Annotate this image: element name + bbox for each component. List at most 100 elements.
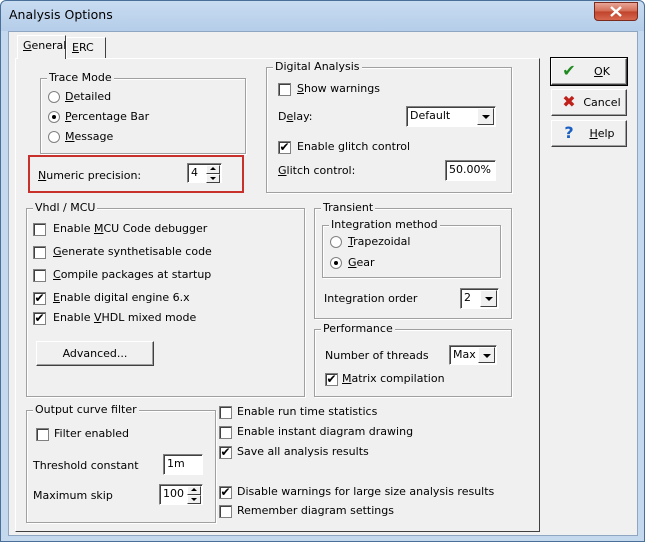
enable-mcu-debugger-checkbox[interactable]: [33, 223, 46, 236]
show-warnings-checkbox[interactable]: [278, 83, 291, 96]
instant-diagram-drawing-label[interactable]: Enable instant diagram drawing: [237, 425, 413, 438]
trace-percentage-bar-radio[interactable]: [48, 111, 60, 123]
enable-glitch-label[interactable]: Enable glitch control: [297, 140, 410, 153]
threshold-constant-input[interactable]: 1m: [163, 454, 203, 475]
threads-dropdown-button[interactable]: [478, 347, 495, 363]
spin-down-button[interactable]: [187, 495, 201, 504]
check-icon: ✔: [220, 485, 231, 499]
arrow-down-icon: [191, 498, 197, 501]
filter-enabled-checkbox[interactable]: [36, 428, 49, 441]
cross-icon: ✖: [562, 92, 576, 111]
trace-mode-title: Trace Mode: [47, 71, 114, 84]
delay-label: Delay:: [278, 110, 313, 123]
check-icon: ✔: [220, 445, 231, 459]
enable-vhdl-mixed-checkbox[interactable]: ✔: [33, 311, 46, 325]
help-button[interactable]: ? Help: [551, 120, 627, 147]
maximum-skip-spinner[interactable]: 100: [159, 484, 203, 505]
save-all-results-label[interactable]: Save all analysis results: [237, 445, 369, 458]
numeric-precision-label: Numeric precision:: [38, 169, 142, 182]
enable-mcu-debugger-label[interactable]: Enable MCU Code debugger: [53, 222, 207, 235]
matrix-compilation-label[interactable]: Matrix compilation: [342, 372, 445, 385]
compile-packages-label[interactable]: Compile packages at startup: [53, 268, 211, 281]
enable-glitch-checkbox[interactable]: ✔: [278, 140, 291, 154]
enable-vhdl-mixed-label[interactable]: Enable VHDL mixed mode: [53, 311, 196, 324]
chevron-down-icon: [485, 297, 493, 301]
arrow-up-icon: [210, 167, 216, 170]
advanced-button[interactable]: Advanced...: [36, 341, 154, 366]
disable-large-warnings-checkbox[interactable]: ✔: [219, 485, 232, 499]
arrow-up-icon: [191, 488, 197, 491]
integration-order-label: Integration order: [324, 292, 418, 305]
ok-button[interactable]: ✔ OK: [550, 57, 628, 86]
trapezoidal-label[interactable]: Trapezoidal: [348, 235, 410, 248]
trace-detailed-label[interactable]: Detailed: [65, 90, 111, 103]
disable-large-warnings-label[interactable]: Disable warnings for large size analysis…: [237, 485, 494, 498]
vhdl-mcu-title: Vhdl / MCU: [33, 201, 98, 214]
transient-group: Transient Integration method Trapezoidal…: [314, 201, 512, 319]
digital-analysis-title: Digital Analysis: [273, 60, 362, 73]
chevron-down-icon: [482, 115, 490, 119]
check-icon: ✔: [34, 291, 45, 305]
vhdl-mcu-group: Vhdl / MCU Enable MCU Code debugger Gene…: [26, 201, 305, 397]
trace-percentage-bar-label[interactable]: Percentage Bar: [65, 110, 149, 123]
threads-select[interactable]: Max: [449, 345, 497, 365]
integration-order-select[interactable]: 2: [460, 288, 499, 309]
cancel-button[interactable]: ✖ Cancel: [551, 89, 627, 116]
generate-synthetisable-label[interactable]: Generate synthetisable code: [53, 245, 212, 258]
numeric-precision-spinner[interactable]: 4: [187, 163, 222, 183]
close-button[interactable]: [594, 2, 638, 21]
general-tab-panel: Trace Mode Detailed Percentage Bar Messa…: [15, 58, 540, 532]
checkmark-icon: ✔: [562, 61, 576, 80]
gear-radio[interactable]: [330, 257, 342, 269]
spin-up-button[interactable]: [206, 165, 220, 174]
dialog-client: General ERC Trace Mode Detailed Percenta…: [8, 31, 638, 536]
chevron-down-icon: [483, 354, 491, 358]
analysis-options-window: Analysis Options General ERC Trace Mode …: [0, 0, 645, 542]
tab-erc[interactable]: ERC: [66, 37, 106, 58]
matrix-compilation-checkbox[interactable]: ✔: [325, 372, 338, 386]
generate-synthetisable-checkbox[interactable]: [33, 246, 46, 259]
tab-general[interactable]: General: [17, 35, 66, 59]
integration-order-dropdown-button[interactable]: [480, 290, 497, 307]
delay-select[interactable]: Default: [406, 106, 496, 127]
window-title: Analysis Options: [9, 7, 113, 22]
threshold-constant-label: Threshold constant: [33, 459, 139, 472]
close-icon: [610, 6, 622, 17]
trace-message-label[interactable]: Message: [65, 130, 113, 143]
glitch-control-input[interactable]: 50.00%: [445, 160, 496, 181]
trapezoidal-radio[interactable]: [330, 236, 342, 248]
enable-digital-engine-label[interactable]: Enable digital engine 6.x: [53, 291, 190, 304]
save-all-results-checkbox[interactable]: ✔: [219, 445, 232, 459]
maximum-skip-label: Maximum skip: [33, 489, 113, 502]
glitch-control-label: Glitch control:: [278, 164, 356, 177]
trace-detailed-radio[interactable]: [48, 91, 60, 103]
performance-title: Performance: [321, 322, 395, 335]
gear-label[interactable]: Gear: [348, 256, 375, 269]
compile-packages-checkbox[interactable]: [33, 269, 46, 282]
trace-message-radio[interactable]: [48, 131, 60, 143]
integration-method-title: Integration method: [329, 218, 440, 231]
title-bar[interactable]: Analysis Options: [1, 1, 644, 29]
filter-enabled-label[interactable]: Filter enabled: [54, 427, 129, 440]
arrow-down-icon: [210, 177, 216, 180]
delay-dropdown-button[interactable]: [477, 108, 494, 125]
run-time-statistics-label[interactable]: Enable run time statistics: [237, 405, 377, 418]
check-icon: ✔: [326, 372, 337, 386]
spin-down-button[interactable]: [206, 174, 220, 183]
run-time-statistics-checkbox[interactable]: [219, 406, 232, 419]
show-warnings-label[interactable]: Show warnings: [297, 82, 380, 95]
output-curve-filter-title: Output curve filter: [33, 403, 139, 416]
check-icon: ✔: [34, 311, 45, 325]
trace-mode-group: Trace Mode Detailed Percentage Bar Messa…: [40, 71, 246, 154]
output-curve-filter-group: Output curve filter Filter enabled Thres…: [26, 403, 216, 523]
spin-up-button[interactable]: [187, 486, 201, 495]
remember-diagram-settings-label[interactable]: Remember diagram settings: [237, 504, 394, 517]
check-icon: ✔: [279, 140, 290, 154]
remember-diagram-settings-checkbox[interactable]: [219, 505, 232, 518]
instant-diagram-drawing-checkbox[interactable]: [219, 426, 232, 439]
threads-label: Number of threads: [325, 349, 429, 362]
digital-analysis-group: Digital Analysis Show warnings Delay: De…: [266, 60, 512, 193]
transient-title: Transient: [321, 201, 376, 214]
integration-method-group: Integration method Trapezoidal Gear: [322, 218, 501, 278]
enable-digital-engine-checkbox[interactable]: ✔: [33, 291, 46, 305]
